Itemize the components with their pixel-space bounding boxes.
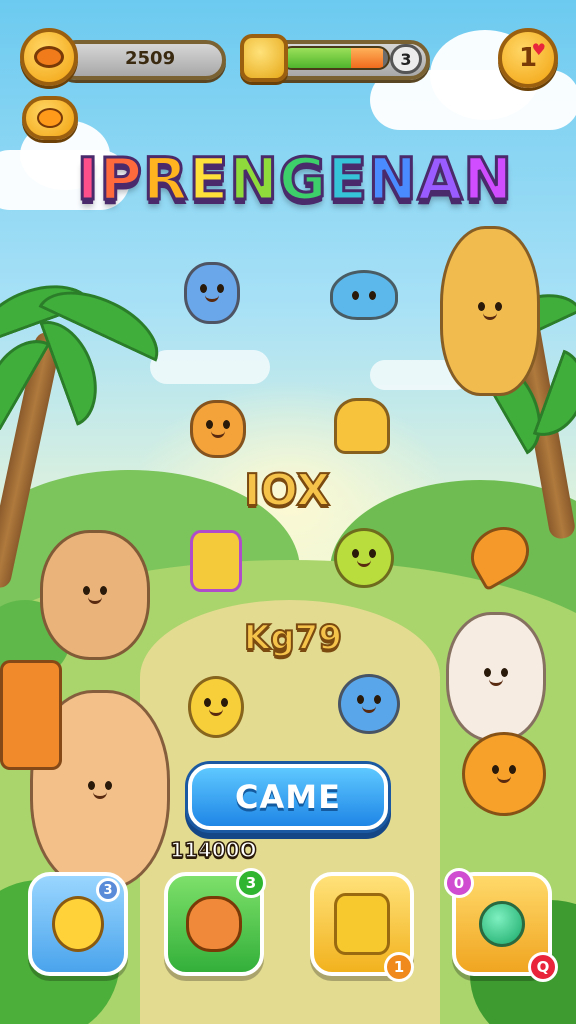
gold-label-one: IOX [243,464,331,517]
blue-bird-creature[interactable] [330,270,398,320]
lime-creature[interactable] [334,528,394,588]
bear-icon [186,896,242,952]
energy-value: 3 [390,44,422,74]
yellow-fruit-creature[interactable] [188,676,244,738]
title-letter: N [367,145,419,213]
slot-badge: 1 [384,952,414,982]
gold-jar-item[interactable] [190,530,242,592]
energy-meter [280,46,390,70]
chick-icon [52,896,104,952]
blue-splash-creature[interactable] [338,674,400,734]
game-title: IPRENGENAN [60,149,530,210]
title-letter: E [187,145,230,213]
orange-ball-creature[interactable] [462,732,546,816]
slot-badge: 0 [444,868,474,898]
inventory-slot-gold-bag[interactable]: 1 [310,872,414,982]
title-letter: N [462,145,514,213]
red-hat-kid-character[interactable] [40,530,150,660]
cloud [150,350,270,384]
inventory-slot-bear[interactable]: 3 [164,868,266,976]
coins-value: 2509 [125,48,176,69]
bear-monkey-character[interactable] [440,226,540,396]
gold-label-two: Kg79 [243,617,343,659]
title-letter: I [75,145,100,213]
gem-icon [479,901,525,947]
inventory-slot-gem[interactable]: 0 Q [444,868,558,982]
orange-cookie-creature[interactable] [190,400,246,458]
play-button[interactable]: CAME [188,764,388,830]
slot-badge: 3 [96,878,120,902]
machine-prop [0,660,62,770]
gold-nugget-icon[interactable] [240,34,288,82]
title-letter: G [277,145,328,213]
slot-badge-secondary: Q [528,952,558,982]
lives-button[interactable]: 1 ♥ [498,28,558,88]
title-letter: P [98,145,144,213]
score-value: 11400O [169,837,257,863]
heart-icon: ♥ [531,40,546,59]
slot-badge: 3 [236,868,266,898]
white-cat-character[interactable] [446,612,546,742]
chick-icon[interactable] [22,96,78,140]
inventory-slot-chick[interactable]: 3 [28,872,128,976]
title-letter: E [326,145,369,213]
blue-blob-creature[interactable] [184,262,240,324]
title-letter: R [142,145,190,213]
energy-fill-orange [350,48,383,68]
coin-icon[interactable] [20,28,78,86]
gold-bag-icon [334,893,390,955]
title-letter: N [228,145,280,213]
cheese-creature[interactable] [334,398,390,454]
title-letter: A [416,145,464,213]
energy-fill-green [282,48,351,68]
